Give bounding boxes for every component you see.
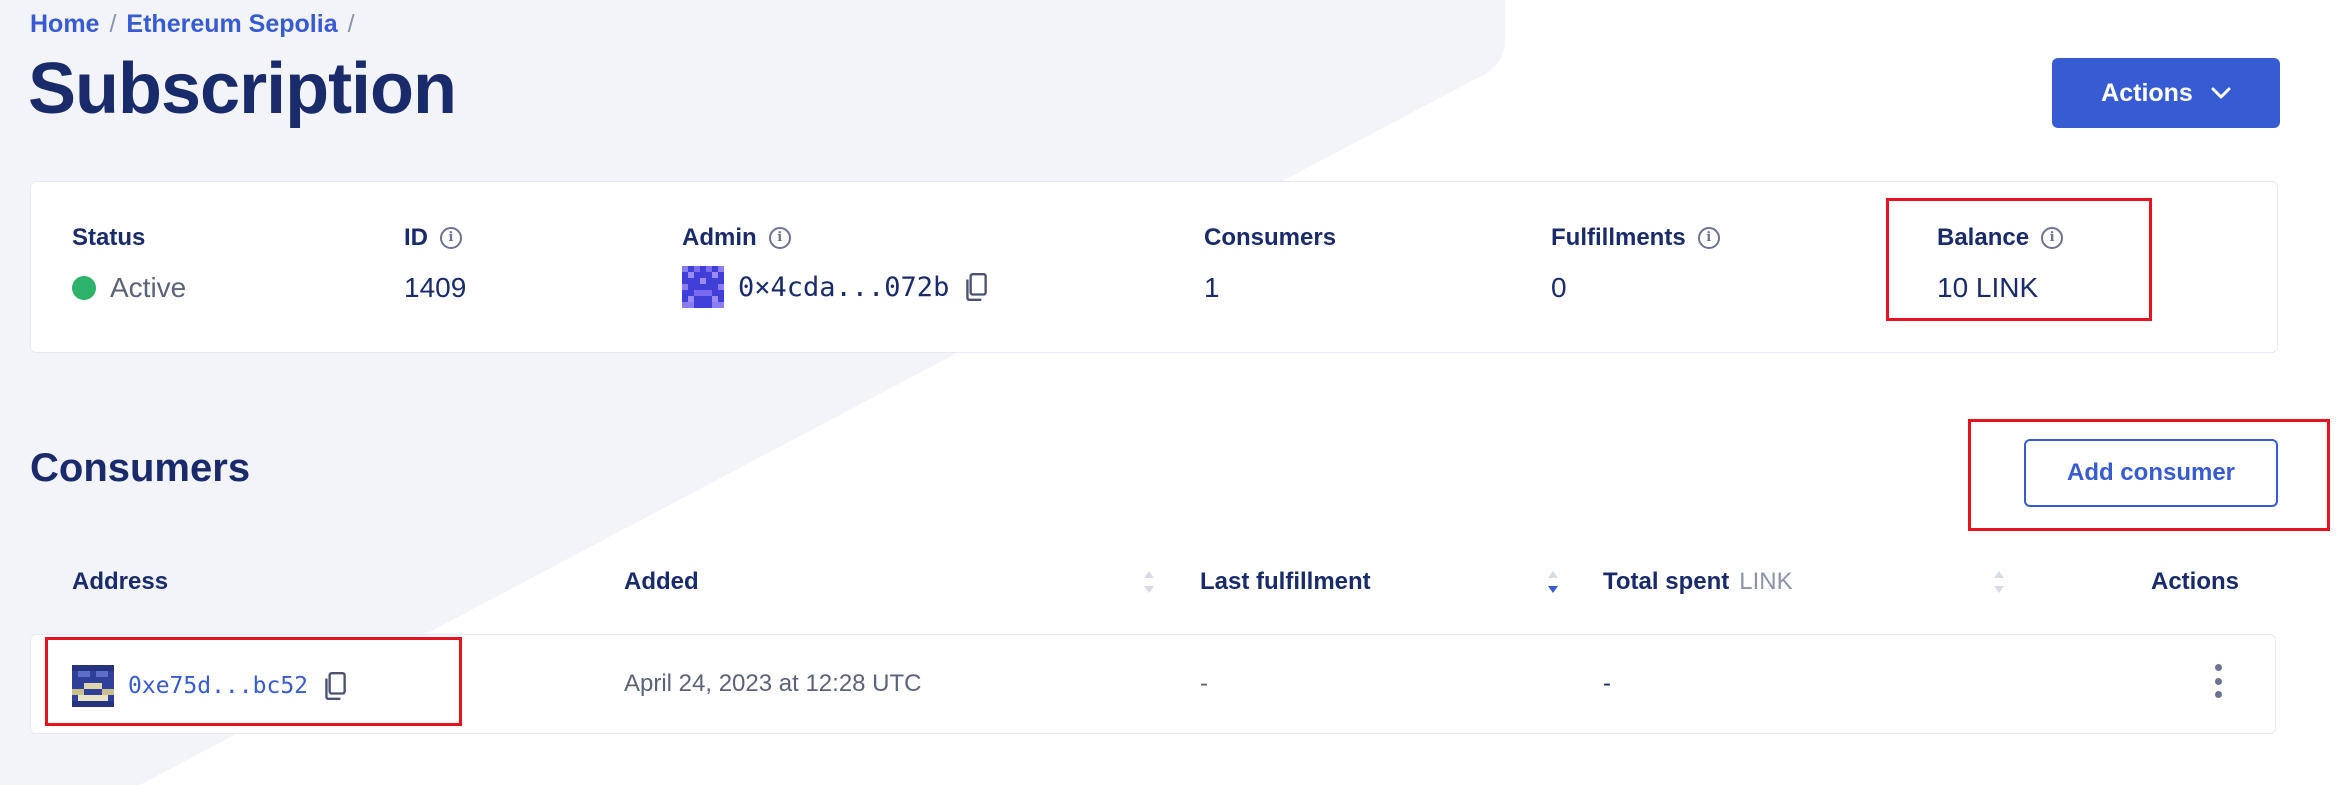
sort-icon[interactable]	[1142, 568, 1156, 596]
breadcrumb: Home / Ethereum Sepolia /	[30, 10, 355, 39]
id-label: ID i	[404, 224, 462, 252]
consumer-total-spent: -	[1603, 670, 1611, 697]
consumer-added-date: April 24, 2023 at 12:28 UTC	[624, 670, 922, 697]
admin-address: 0×4cda...072b	[738, 271, 950, 303]
id-label-text: ID	[404, 224, 428, 251]
consumers-count-label: Consumers	[1204, 224, 1337, 251]
admin-label: Admin i	[682, 224, 791, 252]
status-label: Status	[72, 224, 145, 252]
id-value: 1409	[404, 272, 467, 303]
admin-value: 0×4cda...072b	[682, 266, 989, 308]
consumer-address-highlight-box	[45, 637, 462, 726]
actions-button-label: Actions	[2101, 78, 2193, 107]
balance-highlight-box	[1886, 198, 2152, 321]
info-icon[interactable]: i	[768, 227, 791, 249]
total-spent-label: Total spent	[1603, 568, 1730, 595]
column-header-last-fulfillment[interactable]: Last fulfillment	[1200, 568, 1371, 596]
fulfillments-value: 0	[1551, 272, 1567, 303]
status-text: Active	[110, 272, 187, 303]
column-header-address: Address	[72, 568, 169, 595]
copy-icon[interactable]	[963, 272, 989, 302]
status-label-text: Status	[72, 224, 146, 251]
column-header-actions: Actions	[2151, 568, 2240, 595]
breadcrumb-separator: /	[347, 10, 355, 38]
add-consumer-highlight-box	[1968, 419, 2330, 531]
status-active-dot-icon	[72, 276, 96, 300]
consumer-last-fulfillment: -	[1200, 670, 1208, 697]
fulfillments-label: Fulfillments i	[1551, 224, 1720, 252]
chevron-down-icon	[2211, 87, 2231, 99]
column-header-total-spent[interactable]: Total spent LINK	[1603, 568, 1793, 596]
info-icon[interactable]: i	[1697, 227, 1720, 249]
breadcrumb-separator: /	[109, 10, 117, 38]
fulfillments-label-text: Fulfillments	[1551, 224, 1686, 251]
admin-avatar-icon	[682, 266, 724, 308]
row-actions-kebab-icon[interactable]	[2213, 664, 2223, 698]
breadcrumb-network[interactable]: Ethereum Sepolia	[126, 10, 337, 39]
status-value: Active	[72, 272, 186, 304]
consumers-count-value: 1	[1204, 272, 1220, 303]
sort-descending-icon[interactable]	[1546, 568, 1560, 596]
column-header-added[interactable]: Added	[624, 568, 699, 596]
total-spent-unit: LINK	[1739, 568, 1793, 595]
consumers-section-title: Consumers	[30, 446, 251, 490]
actions-button[interactable]: Actions	[2052, 58, 2280, 128]
breadcrumb-home[interactable]: Home	[30, 10, 99, 39]
info-icon[interactable]: i	[440, 227, 462, 249]
admin-label-text: Admin	[682, 224, 757, 251]
page-title: Subscription	[28, 49, 457, 129]
sort-icon[interactable]	[1992, 568, 2006, 596]
